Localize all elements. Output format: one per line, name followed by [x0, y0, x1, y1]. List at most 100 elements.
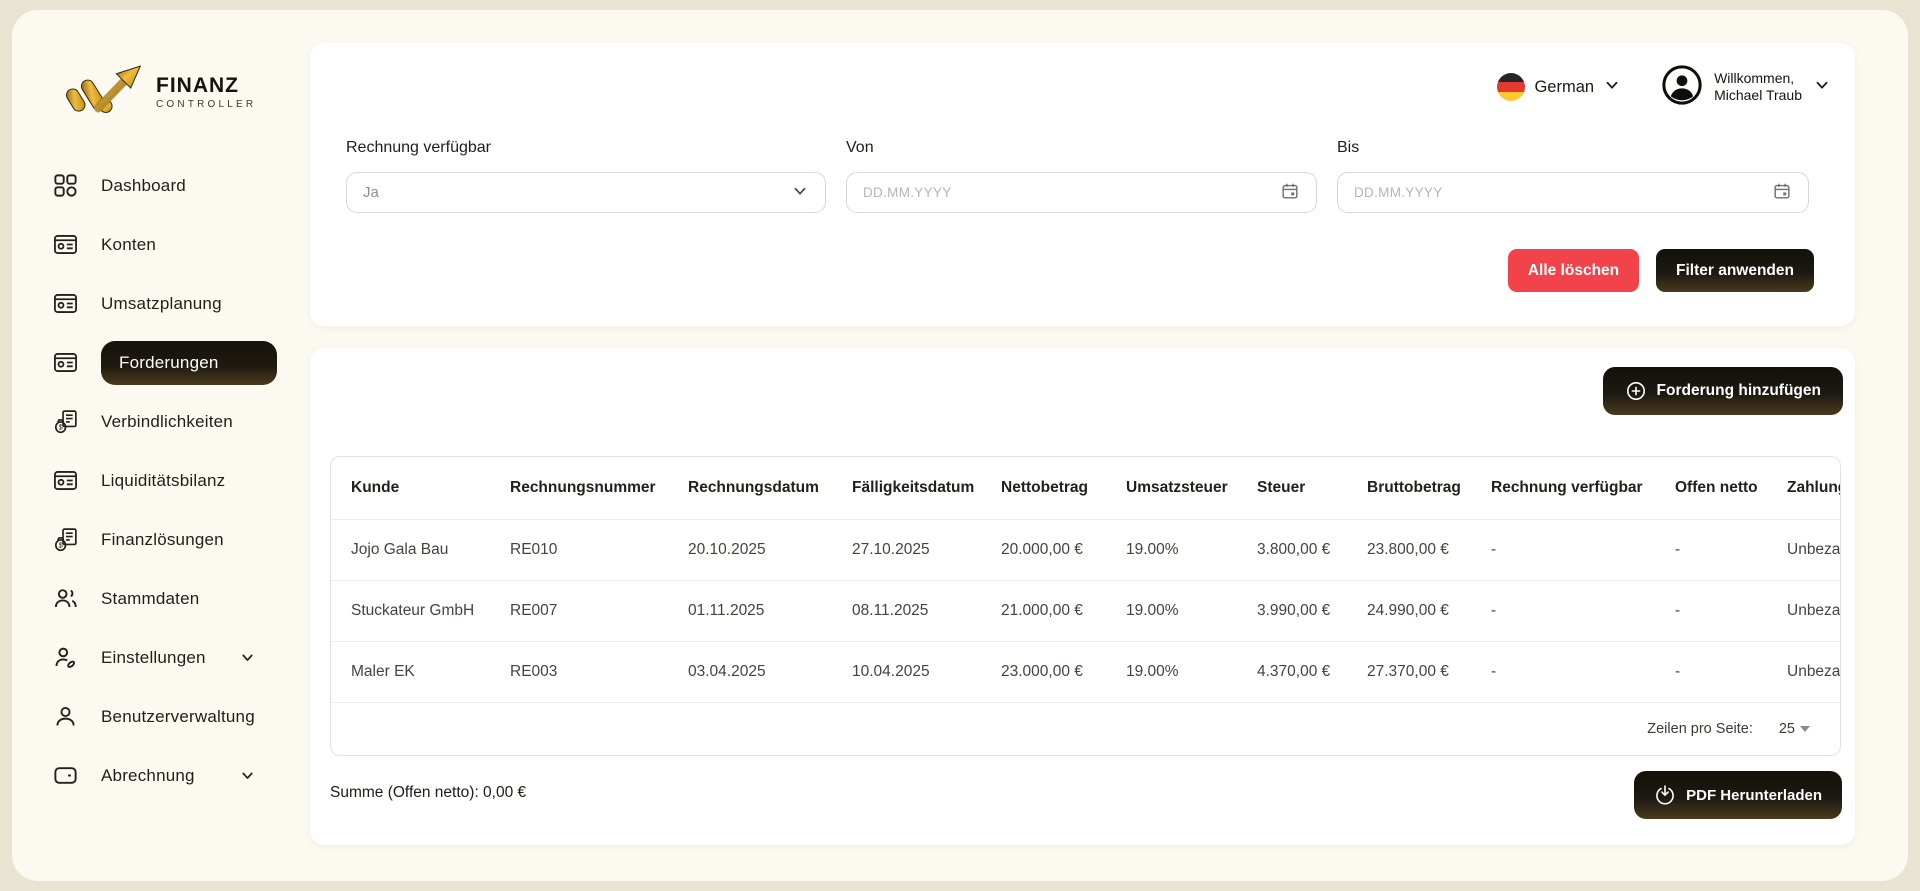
- chevron-down-icon: [1603, 76, 1621, 99]
- rows-per-page-value: 25: [1779, 721, 1795, 737]
- column-header: Rechnung verfügbar: [1491, 457, 1675, 519]
- table-cell: 08.11.2025: [852, 580, 1001, 641]
- column-header: Zahlungsstatus: [1787, 457, 1841, 519]
- column-header: Offen netto: [1675, 457, 1787, 519]
- table-cell: -: [1675, 519, 1787, 580]
- column-header: Fälligkeitsdatum: [852, 457, 1001, 519]
- table-row[interactable]: Maler EKRE00303.04.202510.04.202523.000,…: [331, 641, 1841, 702]
- column-header: Rechnungsnummer: [510, 457, 688, 519]
- table-cell: RE003: [510, 641, 688, 702]
- download-icon: [1654, 784, 1676, 806]
- table-header: KundeRechnungsnummerRechnungsdatumFällig…: [331, 457, 1841, 519]
- user-menu[interactable]: Willkommen, Michael Traub: [1661, 64, 1831, 111]
- table-row[interactable]: Stuckateur GmbHRE00701.11.202508.11.2025…: [331, 580, 1841, 641]
- table-row[interactable]: Jojo Gala BauRE01020.10.202527.10.202520…: [331, 519, 1841, 580]
- sidebar-item-abrechnung[interactable]: Abrechnung: [12, 746, 298, 805]
- table-body: Jojo Gala BauRE01020.10.202527.10.202520…: [331, 519, 1841, 702]
- table-cell: Maler EK: [331, 641, 510, 702]
- sidebar-item-liquidit-tsbilanz[interactable]: Liquiditätsbilanz: [12, 451, 298, 510]
- calendar-icon[interactable]: [1772, 181, 1792, 205]
- brand-name: FINANZ: [156, 75, 256, 97]
- sidebar-item-label: Stammdaten: [101, 589, 199, 609]
- sidebar-item-umsatzplanung[interactable]: Umsatzplanung: [12, 274, 298, 333]
- table-cell: 27.10.2025: [852, 519, 1001, 580]
- download-pdf-button[interactable]: PDF Herunterladen: [1634, 771, 1842, 819]
- table-cell: RE010: [510, 519, 688, 580]
- clear-all-button[interactable]: Alle löschen: [1508, 249, 1639, 292]
- table-cell: 4.370,00 €: [1257, 641, 1367, 702]
- von-placeholder: DD.MM.YYYY: [863, 185, 952, 200]
- sidebar-item-label: Dashboard: [101, 176, 186, 196]
- filter-actions: Alle löschen Filter anwenden: [1508, 249, 1814, 292]
- sidebar-item-label: Abrechnung: [101, 766, 195, 786]
- von-date-input[interactable]: DD.MM.YYYY: [846, 172, 1317, 213]
- rechnung-verfuegbar-label: Rechnung verfügbar: [346, 139, 826, 157]
- german-flag-icon: [1497, 73, 1525, 101]
- language-selector[interactable]: German: [1497, 73, 1621, 101]
- column-header: Kunde: [331, 457, 510, 519]
- table-cell: 3.990,00 €: [1257, 580, 1367, 641]
- table-cell: 03.04.2025: [688, 641, 852, 702]
- table-cell: 20.000,00 €: [1001, 519, 1126, 580]
- table-cell: 10.04.2025: [852, 641, 1001, 702]
- sidebar-item-label: Verbindlichkeiten: [101, 412, 233, 432]
- logo-chart-icon: [60, 62, 146, 123]
- table-cell: Unbezahlt: [1787, 580, 1841, 641]
- sidebar-item-verbindlichkeiten[interactable]: $ Verbindlichkeiten: [12, 392, 298, 451]
- chevron-down-icon: [1813, 76, 1831, 99]
- table-cell: 23.800,00 €: [1367, 519, 1491, 580]
- table-cell: 19.00%: [1126, 641, 1257, 702]
- account-card-icon: [52, 290, 79, 317]
- filter-fields: Rechnung verfügbar Ja Von DD.MM.YYYY: [346, 139, 1809, 213]
- table-cell: -: [1491, 641, 1675, 702]
- sidebar-item-benutzerverwaltung[interactable]: Benutzerverwaltung: [12, 687, 298, 746]
- calendar-icon[interactable]: [1280, 181, 1300, 205]
- column-header: Bruttobetrag: [1367, 457, 1491, 519]
- sidebar-item-label: Konten: [101, 235, 156, 255]
- table-cell: -: [1491, 519, 1675, 580]
- table-cell: 21.000,00 €: [1001, 580, 1126, 641]
- plus-circle-icon: [1625, 380, 1647, 402]
- sidebar-item-label: Liquiditätsbilanz: [101, 471, 225, 491]
- column-header: Rechnungsdatum: [688, 457, 852, 519]
- receivables-table: KundeRechnungsnummerRechnungsdatumFällig…: [331, 457, 1841, 702]
- download-pdf-label: PDF Herunterladen: [1686, 787, 1822, 804]
- chevron-down-icon: [239, 649, 256, 666]
- filter-card: German Willkommen, Michael Traub: [310, 43, 1855, 326]
- avatar-icon: [1661, 64, 1703, 111]
- money-doc-icon: $: [52, 526, 79, 553]
- table-cell: -: [1675, 641, 1787, 702]
- apply-filter-button[interactable]: Filter anwenden: [1656, 249, 1814, 292]
- sidebar-item-einstellungen[interactable]: Einstellungen: [12, 628, 298, 687]
- rows-per-page-select[interactable]: 25: [1779, 721, 1810, 737]
- person-edit-icon: [52, 644, 79, 671]
- add-receivable-button[interactable]: Forderung hinzufügen: [1603, 367, 1843, 415]
- table-cell: Jojo Gala Bau: [331, 519, 510, 580]
- users-icon: [52, 585, 79, 612]
- table-cell: RE007: [510, 580, 688, 641]
- sidebar-item-finanzl-sungen[interactable]: $Finanzlösungen: [12, 510, 298, 569]
- sidebar-item-label: Benutzerverwaltung: [101, 707, 255, 727]
- column-header: Steuer: [1257, 457, 1367, 519]
- wallet-icon: [52, 762, 79, 789]
- sidebar-item-stammdaten[interactable]: Stammdaten: [12, 569, 298, 628]
- sidebar-item-dashboard[interactable]: Dashboard: [12, 156, 298, 215]
- sidebar-item-forderungen[interactable]: Forderungen: [12, 333, 298, 392]
- sidebar: FINANZ CONTROLLER DashboardKontenUmsatzp…: [12, 10, 298, 881]
- money-doc-icon: $: [52, 408, 79, 435]
- table-cell: -: [1675, 580, 1787, 641]
- rechnung-verfuegbar-select[interactable]: Ja: [346, 172, 826, 213]
- person-icon: [52, 703, 79, 730]
- add-receivable-label: Forderung hinzufügen: [1657, 382, 1821, 400]
- table-cell: 19.00%: [1126, 519, 1257, 580]
- chevron-down-icon: [791, 182, 809, 204]
- language-label: German: [1534, 78, 1594, 97]
- svg-text:$: $: [59, 423, 63, 432]
- receivables-table-scroll-area[interactable]: KundeRechnungsnummerRechnungsdatumFällig…: [330, 456, 1841, 756]
- sidebar-item-konten[interactable]: Konten: [12, 215, 298, 274]
- table-cell: Stuckateur GmbH: [331, 580, 510, 641]
- bis-date-input[interactable]: DD.MM.YYYY: [1337, 172, 1809, 213]
- rechnung-verfuegbar-value: Ja: [363, 184, 379, 201]
- table-cell: 19.00%: [1126, 580, 1257, 641]
- table-cell: Unbezahlt: [1787, 519, 1841, 580]
